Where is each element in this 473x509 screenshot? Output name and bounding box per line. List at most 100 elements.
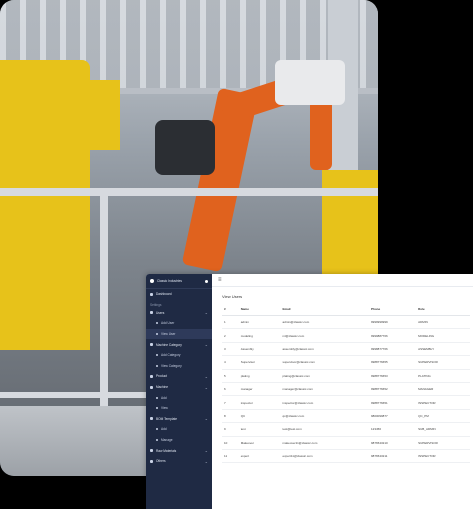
sidebar-item-view-user[interactable]: View User bbox=[146, 328, 212, 340]
sidebar-item-users[interactable]: Users ⌄ bbox=[146, 308, 212, 319]
table-cell: 3 bbox=[222, 342, 239, 357]
table-cell: manager@classic.com bbox=[280, 382, 369, 397]
table-cell: 123456 bbox=[369, 422, 417, 437]
nav-icon bbox=[150, 385, 153, 389]
sidebar-item-label: View bbox=[161, 406, 168, 411]
table-row[interactable]: 6 manager manager@classic.com 9988776652 MAN… bbox=[222, 382, 470, 397]
table-cell: MANAGER bbox=[416, 382, 470, 397]
sidebar-item-view-category[interactable]: View Category bbox=[146, 361, 212, 372]
bullet-icon bbox=[156, 396, 158, 399]
top-bar: ≡ bbox=[212, 274, 473, 287]
table-row[interactable]: 5 plating plating@classic.com 9988776653 PLA… bbox=[222, 369, 470, 383]
sidebar-item-label: Machine Category bbox=[156, 342, 182, 347]
sidebar-item-product[interactable]: Product ⌄ bbox=[146, 371, 212, 382]
nav-icon bbox=[150, 459, 153, 463]
sidebar-item-add-category[interactable]: Add Category bbox=[146, 350, 212, 361]
table-cell: INSPECTOR bbox=[416, 395, 470, 410]
table-cell: Makeover bbox=[238, 436, 281, 450]
brand-name: Classic Industries bbox=[157, 279, 182, 283]
page-title: View Users bbox=[222, 294, 243, 299]
sidebar-item-label: View User bbox=[161, 332, 176, 337]
sidebar-item-add[interactable]: Add bbox=[146, 392, 212, 403]
main-content: ≡ View Users # Name Email Phone Role 1 admin a… bbox=[212, 274, 473, 509]
chevron-down-icon: ⌄ bbox=[204, 458, 208, 464]
safety-rail-bottom bbox=[0, 392, 150, 398]
table-cell: inspector@classic.com bbox=[280, 395, 369, 410]
sidebar-item-raw-materials[interactable]: Raw Materials ⌄ bbox=[146, 445, 212, 456]
yellow-fixture bbox=[40, 80, 120, 150]
table-row[interactable]: 10 Makeover makeover11@classic.com 98765432… bbox=[222, 436, 470, 450]
sidebar-item-add[interactable]: Add bbox=[146, 424, 212, 435]
table-cell: 11 bbox=[222, 449, 239, 464]
sidebar-item-view[interactable]: View bbox=[146, 403, 212, 414]
column-header[interactable]: Phone bbox=[369, 303, 417, 316]
table-row[interactable]: 7 inspector inspector@classic.com 998877665… bbox=[222, 395, 470, 410]
user-menu-icon[interactable] bbox=[205, 279, 208, 283]
table-cell: 1 bbox=[222, 315, 239, 330]
bullet-icon bbox=[156, 439, 158, 442]
sidebar-item-others[interactable]: Others ⌄ bbox=[146, 456, 212, 467]
table-cell: QC_PM bbox=[416, 409, 470, 424]
table-cell: 9988776652 bbox=[369, 382, 417, 397]
bullet-icon bbox=[156, 428, 158, 431]
sidebar-item-dashboard[interactable]: Dashboard bbox=[146, 289, 212, 300]
table-cell: expert11@classic.com bbox=[280, 449, 369, 464]
table-cell: admin bbox=[238, 315, 281, 330]
chevron-down-icon: ⌄ bbox=[204, 448, 208, 454]
table-cell: 2 bbox=[222, 328, 239, 343]
table-row[interactable]: 3 Assembly assembly@classic.com 9998877766 A… bbox=[222, 342, 470, 357]
chevron-down-icon: ⌄ bbox=[204, 342, 208, 348]
table-cell: 9876543210 bbox=[369, 436, 417, 450]
table-body: 1 admin admin@classic.com 9999999999 ADMIN 2 m… bbox=[222, 315, 470, 464]
table-cell: PLATING bbox=[416, 369, 470, 383]
chevron-down-icon: ⌄ bbox=[204, 416, 208, 422]
table-cell: 9800099877 bbox=[369, 409, 417, 424]
bullet-icon bbox=[156, 364, 158, 367]
chevron-down-icon: ⌄ bbox=[204, 310, 208, 316]
sidebar-item-label: Manage bbox=[161, 438, 173, 443]
sidebar-item-manage[interactable]: Manage bbox=[146, 435, 212, 446]
sidebar-item-bom-template[interactable]: BOM Template ⌄ bbox=[146, 414, 212, 425]
table-cell: 9998877766 bbox=[369, 342, 417, 357]
table-cell: test bbox=[238, 422, 281, 437]
robot-arm-wrist bbox=[310, 100, 332, 170]
table-cell: 4 bbox=[222, 355, 239, 370]
sidebar-item-add-user[interactable]: Add User bbox=[146, 318, 212, 329]
table-cell: 9999887766 bbox=[369, 328, 417, 343]
table-header-row: # Name Email Phone Role bbox=[222, 303, 470, 316]
sidebar-nav: Dashboard Settings Users ⌄ Add User View User… bbox=[146, 289, 212, 467]
brand-logo-icon bbox=[150, 279, 154, 283]
table-row[interactable]: 1 admin admin@classic.com 9999999999 ADMIN bbox=[222, 315, 470, 330]
column-header[interactable]: Email bbox=[280, 303, 369, 316]
yellow-machine-right bbox=[322, 170, 378, 280]
bullet-icon bbox=[156, 322, 158, 325]
bullet-icon bbox=[156, 407, 158, 410]
sidebar-item-label: Machine bbox=[156, 385, 169, 390]
table-cell: ADMIN bbox=[416, 315, 470, 330]
sidebar-item-machine-category[interactable]: Machine Category ⌄ bbox=[146, 339, 212, 350]
sidebar-item-label: Add bbox=[161, 427, 167, 432]
table-cell: 9 bbox=[222, 422, 239, 437]
table-cell: makeover11@classic.com bbox=[280, 436, 369, 450]
table-cell: SUPERVISOR bbox=[416, 355, 470, 370]
sidebar-item-label: Add Category bbox=[161, 353, 181, 358]
nav-icon bbox=[150, 449, 153, 453]
chevron-down-icon: ⌄ bbox=[204, 373, 208, 379]
safety-rail-top bbox=[0, 188, 378, 196]
table-cell: modeling bbox=[238, 328, 281, 343]
table-cell: plating bbox=[238, 369, 281, 383]
column-header[interactable]: # bbox=[222, 303, 239, 316]
table-row[interactable]: 8 QC qc@classic.com 9800099877 QC_PM bbox=[222, 409, 470, 424]
table-cell: SUPERVISOR bbox=[416, 436, 470, 450]
table-cell: 9988776651 bbox=[369, 395, 417, 410]
column-header[interactable]: Name bbox=[238, 303, 281, 316]
table-row[interactable]: 4 Supervisor supervisor@classic.com 9988776… bbox=[222, 355, 470, 370]
sidebar-item-machine[interactable]: Machine ⌄ bbox=[146, 382, 212, 393]
table-row[interactable]: 11 expert expert11@classic.com 9876543211 IN… bbox=[222, 449, 470, 464]
hamburger-menu-icon[interactable]: ≡ bbox=[218, 277, 222, 283]
table-cell: test@test.com bbox=[280, 422, 369, 437]
table-row[interactable]: 2 modeling ml@classic.com 9999887766 MODELIN… bbox=[222, 328, 470, 343]
column-header[interactable]: Role bbox=[416, 303, 470, 316]
table-row[interactable]: 9 test test@test.com 123456 SUB_ADMIN bbox=[222, 422, 470, 437]
table-cell: inspector bbox=[238, 395, 281, 410]
